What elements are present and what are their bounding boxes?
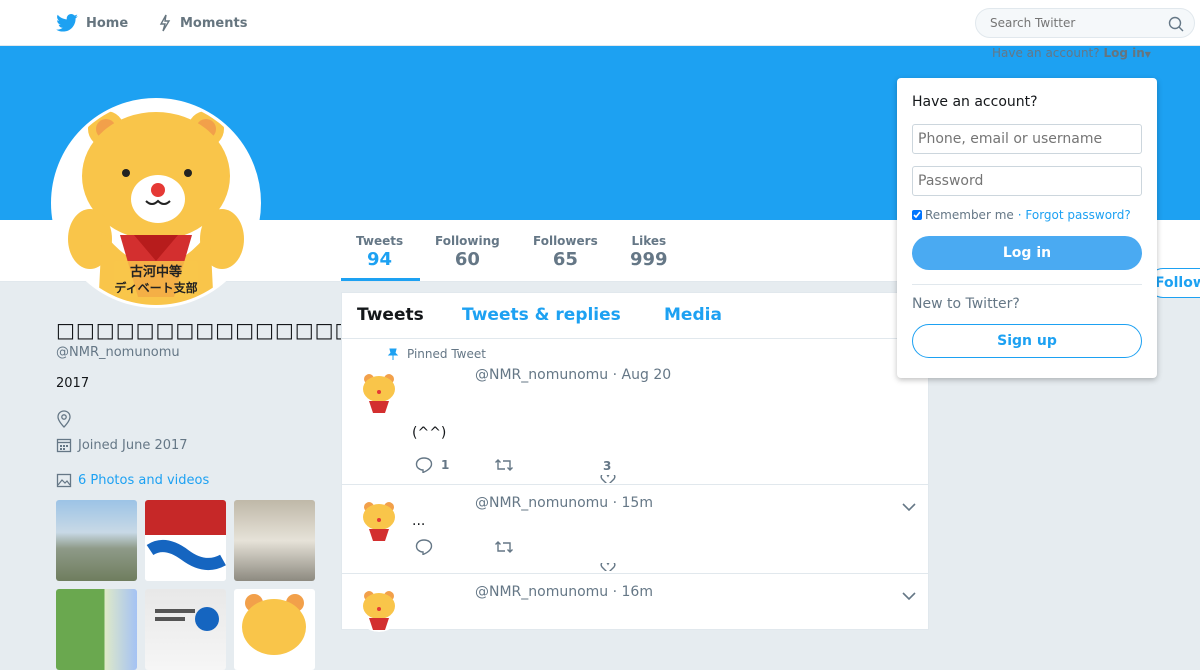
signup-button[interactable]: Sign up (912, 324, 1142, 358)
login-dropdown-toggle[interactable]: Log in (1103, 46, 1144, 60)
reply-action[interactable] (415, 539, 441, 555)
stat-label: Followers (533, 234, 598, 248)
heart-icon[interactable] (600, 475, 624, 483)
search-input[interactable] (988, 15, 1158, 31)
stat-following[interactable]: Following 60 (435, 234, 500, 270)
nav-home[interactable]: Home (56, 13, 128, 33)
caret-down-icon: ▼ (1144, 50, 1151, 59)
reply-icon (415, 539, 433, 555)
tweet-text: ... (412, 513, 426, 529)
lightning-icon (159, 14, 171, 32)
pin-icon (387, 348, 399, 360)
photo-thumbnail[interactable] (145, 500, 226, 581)
remember-me-row: Remember me · Forgot password? (912, 208, 1131, 222)
active-stat-indicator (341, 278, 420, 281)
reply-action[interactable]: 1 (415, 457, 449, 473)
reply-icon (415, 457, 433, 473)
avatar-text-line2: ディベート支部 (114, 280, 197, 295)
search-box (975, 8, 1195, 38)
retweet-action[interactable] (494, 457, 522, 473)
stat-value: 94 (367, 249, 393, 270)
nav-moments[interactable]: Moments (158, 13, 247, 33)
stat-value: 999 (630, 249, 668, 270)
login-button[interactable]: Log in (912, 236, 1142, 270)
tweet-item[interactable]: Pinned Tweet @NMR_nomunomu · Aug 20 (^^)… (342, 339, 928, 485)
stat-label: Likes (631, 234, 667, 248)
image-icon (56, 473, 72, 488)
avatar[interactable]: 古河中等 ディベート支部 (51, 98, 261, 308)
tweet-avatar[interactable] (357, 499, 401, 543)
tweet-avatar[interactable] (357, 371, 401, 415)
photos-videos-label: 6 Photos and videos (78, 472, 210, 488)
like-action[interactable]: 3 (603, 459, 611, 473)
remember-me-checkbox[interactable] (912, 210, 922, 220)
avatar-text-line1: 古河中等 (130, 264, 182, 280)
account-prompt: Have an account? Log in▼ (992, 46, 1151, 60)
search-icon[interactable] (1168, 16, 1184, 32)
forgot-password-link[interactable]: · Forgot password? (1018, 208, 1131, 222)
tweet-meta[interactable]: @NMR_nomunomu · 15m (475, 495, 653, 511)
tab-tweets-replies[interactable]: Tweets & replies (462, 305, 621, 325)
pinned-label: Pinned Tweet (407, 347, 486, 361)
tweet-text: (^^) (412, 425, 447, 441)
tweet-item[interactable]: @NMR_nomunomu · 16m (342, 574, 928, 634)
new-to-twitter-label: New to Twitter? (912, 296, 1020, 312)
profile-bio: 2017 (56, 376, 90, 391)
heart-icon[interactable] (600, 563, 624, 571)
nav-moments-label: Moments (180, 15, 248, 31)
profile-handle[interactable]: @NMR_nomunomu (56, 345, 180, 360)
pinned-indicator: Pinned Tweet (387, 347, 486, 361)
stat-label: Tweets (356, 234, 404, 248)
stat-label: Following (435, 234, 500, 248)
tweet-avatar[interactable] (357, 588, 401, 632)
stat-value: 60 (454, 249, 480, 270)
chevron-down-icon[interactable] (902, 586, 916, 605)
timeline-tabs: Tweets Tweets & replies Media (342, 293, 928, 339)
photos-videos-link[interactable]: 6 Photos and videos (56, 472, 209, 488)
tab-tweets[interactable]: Tweets (357, 305, 424, 325)
photo-thumbnail[interactable] (234, 500, 315, 581)
stat-likes[interactable]: Likes 999 (630, 234, 668, 270)
joined-label: Joined June 2017 (78, 437, 188, 453)
chevron-down-icon[interactable] (902, 497, 916, 516)
timeline: Tweets Tweets & replies Media Pinned Twe… (341, 292, 929, 632)
reply-count: 1 (441, 458, 450, 472)
username-input[interactable] (912, 124, 1142, 154)
calendar-icon (56, 438, 72, 453)
login-dropdown: Have an account? Remember me · Forgot pa… (897, 78, 1157, 378)
password-input[interactable] (912, 166, 1142, 196)
account-prompt-text: Have an account? (992, 46, 1100, 60)
retweet-icon (495, 459, 513, 471)
bear-mascot-image: 古河中等 ディベート支部 (54, 101, 258, 305)
tweet-meta[interactable]: @NMR_nomunomu · Aug 20 (475, 367, 671, 383)
tab-media[interactable]: Media (664, 305, 722, 325)
stat-tweets[interactable]: Tweets 94 (356, 234, 403, 270)
stat-value: 65 (552, 249, 578, 270)
tweet-meta[interactable]: @NMR_nomunomu · 16m (475, 584, 653, 600)
nav-home-label: Home (86, 15, 129, 31)
twitter-bird-icon (56, 14, 78, 32)
location-icon (56, 410, 72, 432)
stat-followers[interactable]: Followers 65 (533, 234, 598, 270)
joined-date: Joined June 2017 (56, 437, 188, 453)
divider (912, 284, 1142, 285)
photo-thumbnail[interactable] (56, 500, 137, 581)
top-navigation: Home Moments (0, 0, 1200, 46)
tweet-item[interactable]: @NMR_nomunomu · 15m ... (342, 485, 928, 574)
remember-me-label: Remember me (925, 208, 1014, 222)
login-title: Have an account? (912, 94, 1038, 110)
retweet-icon (495, 541, 513, 553)
like-count: 3 (603, 459, 612, 473)
retweet-action[interactable] (494, 539, 522, 555)
